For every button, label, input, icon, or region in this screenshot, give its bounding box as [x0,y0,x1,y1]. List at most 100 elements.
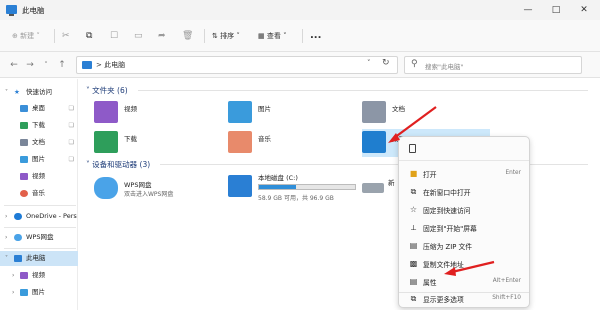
back-icon[interactable]: ← [8,58,20,72]
folder-videos[interactable]: 视频 [94,99,214,127]
more-options-icon: ⧉ [410,294,417,303]
copy-icon[interactable] [409,144,416,153]
windows-drive-icon [228,175,252,197]
share-icon[interactable]: ➦ [158,28,166,44]
toolbar-divider [302,29,303,43]
sidebar-item-onedrive[interactable]: › OneDrive - Pers [0,209,78,224]
sidebar-item-pc-videos[interactable]: › 视频 [0,268,78,283]
forward-icon[interactable]: → [24,58,36,72]
download-icon [20,122,28,129]
sidebar-item-label: 视频 [32,172,45,180]
star-icon: ★ [14,88,20,96]
picture-folder-icon [228,101,252,123]
menu-item-properties[interactable]: ▤ 属性 Alt+Enter [399,273,529,291]
command-toolbar: ⊕ 新建 ˅ ✂ ⧉ ☐ ▭ ➦ 🗑 ⇅ 排序 ˅ ▦ 查看 ˅ ... [0,20,600,52]
sidebar-item-label: 视频 [32,271,45,279]
recent-chevron-icon[interactable]: ˅ [40,58,52,72]
sidebar-item-pc-pictures[interactable]: › 图片 [0,285,78,300]
chevron-right-icon[interactable]: › [12,285,14,300]
sidebar-item-label: 桌面 [32,104,45,112]
folder-label: 文档 [392,105,405,113]
minimize-icon[interactable]: — [514,0,542,20]
new-button[interactable]: ⊕ 新建 ˅ [12,28,40,44]
this-pc-icon [14,255,22,262]
menu-item-label: 显示更多选项 [423,296,464,304]
more-button[interactable]: ... [310,28,321,44]
drive-c[interactable]: 本地磁盘 (C:) 58.9 GB 可用，共 96.9 GB [228,171,364,205]
menu-item-open-new-window[interactable]: ⧉ 在新窗口中打开 [399,183,529,201]
copy-icon[interactable]: ⧉ [86,28,92,44]
sidebar-item-pictures[interactable]: 图片 ❏ [0,152,78,167]
close-icon[interactable]: ✕ [570,0,598,20]
address-bar[interactable]: > 此电脑 ˅ ↻ [76,56,398,74]
sidebar-item-this-pc[interactable]: ˅ 此电脑 [0,251,78,266]
view-button[interactable]: ▦ 查看 ˅ [258,28,287,44]
sidebar-item-label: OneDrive - Pers [26,212,77,220]
open-icon: ■ [409,169,418,178]
sidebar-divider [4,205,76,206]
drive-label: 新 [388,179,395,187]
sidebar-item-quick-access[interactable]: ˅ ★ 快速访问 [0,85,78,100]
sidebar-item-desktop[interactable]: 桌面 ❏ [0,101,78,116]
sidebar-item-downloads[interactable]: 下载 ❏ [0,118,78,133]
paste-icon[interactable]: ☐ [110,28,118,44]
folder-music[interactable]: 音乐 [228,129,348,157]
menu-item-label: 在新窗口中打开 [423,189,471,197]
menu-item-label: 固定到快速访问 [423,207,471,215]
menu-item-open[interactable]: ■ 打开 Enter [399,165,529,183]
menu-item-label: 属性 [423,279,437,287]
sidebar-item-documents[interactable]: 文档 ❏ [0,135,78,150]
menu-item-shortcut: Enter [505,170,521,176]
zip-icon: ▤ [409,241,418,250]
sidebar-item-music[interactable]: 音乐 [0,186,78,201]
refresh-icon[interactable]: ↻ [382,58,390,68]
title-bar: 此电脑 — □ ✕ [0,0,600,20]
address-row: ← → ˅ ↑ > 此电脑 ˅ ↻ ⚲ 搜索"此电脑" [0,52,600,78]
menu-item-pin-start[interactable]: ⟂ 固定到"开始"屏幕 [399,219,529,237]
toolbar-divider [204,29,205,43]
drive-new[interactable]: 新 [362,175,395,203]
chevron-down-icon[interactable]: ˅ [367,59,371,67]
sidebar-item-wps[interactable]: › WPS网盘 [0,230,78,245]
menu-item-pin-quick-access[interactable]: ☆ 固定到快速访问 [399,201,529,219]
search-input[interactable]: ⚲ 搜索"此电脑" [404,56,582,74]
sidebar-item-label: 文档 [32,138,45,146]
rename-icon[interactable]: ▭ [134,28,143,44]
chevron-right-icon[interactable]: › [12,268,14,283]
chevron-right-icon[interactable]: › [5,230,7,245]
maximize-icon[interactable]: □ [542,0,570,20]
drives-header-label: 设备和驱动器 (3) [92,160,151,169]
drive-wps[interactable]: WPS网盘 双击进入WPS网盘 [94,175,214,203]
folder-downloads[interactable]: 下载 [94,129,214,157]
toolbar-divider [54,29,55,43]
search-icon: ⚲ [411,59,418,69]
up-icon[interactable]: ↑ [56,58,68,72]
sort-button[interactable]: ⇅ 排序 ˅ [212,28,240,44]
cut-icon[interactable]: ✂ [62,28,70,44]
menu-item-compress-zip[interactable]: ▤ 压缩为 ZIP 文件 [399,237,529,255]
delete-icon[interactable]: 🗑 [182,28,193,44]
document-icon [20,139,28,146]
folders-section-header[interactable]: ˅ 文件夹 (6) [86,85,128,96]
folder-pictures[interactable]: 图片 [228,99,348,127]
drive-label: 本地磁盘 (C:) [258,174,298,182]
new-label: 新建 [20,32,35,40]
star-icon: ☆ [409,205,418,214]
desktop-icon [20,105,28,112]
sidebar-divider [4,248,76,249]
music-folder-icon [228,131,252,153]
drive-free-space: 58.9 GB 可用，共 96.9 GB [258,195,334,202]
folder-documents[interactable]: 文档 [362,99,482,127]
sidebar-item-videos[interactable]: 视频 [0,169,78,184]
chevron-down-icon[interactable]: ˅ [5,85,8,100]
breadcrumb[interactable]: > 此电脑 [96,60,125,70]
wps-cloud-icon [14,234,22,241]
chevron-right-icon[interactable]: › [5,209,7,224]
view-label: 查看 [266,32,281,40]
context-menu: ■ 打开 Enter ⧉ 在新窗口中打开 ☆ 固定到快速访问 ⟂ 固定到"开始"… [398,136,530,308]
chevron-down-icon[interactable]: ˅ [5,251,8,266]
drives-section-header[interactable]: ˅ 设备和驱动器 (3) [86,159,150,170]
menu-item-copy-path[interactable]: ▩ 复制文件地址 [399,255,529,273]
menu-item-more-options[interactable]: ⧉ 显示更多选项 Shift+F10 [399,290,529,308]
sidebar-item-label: 图片 [32,155,45,163]
